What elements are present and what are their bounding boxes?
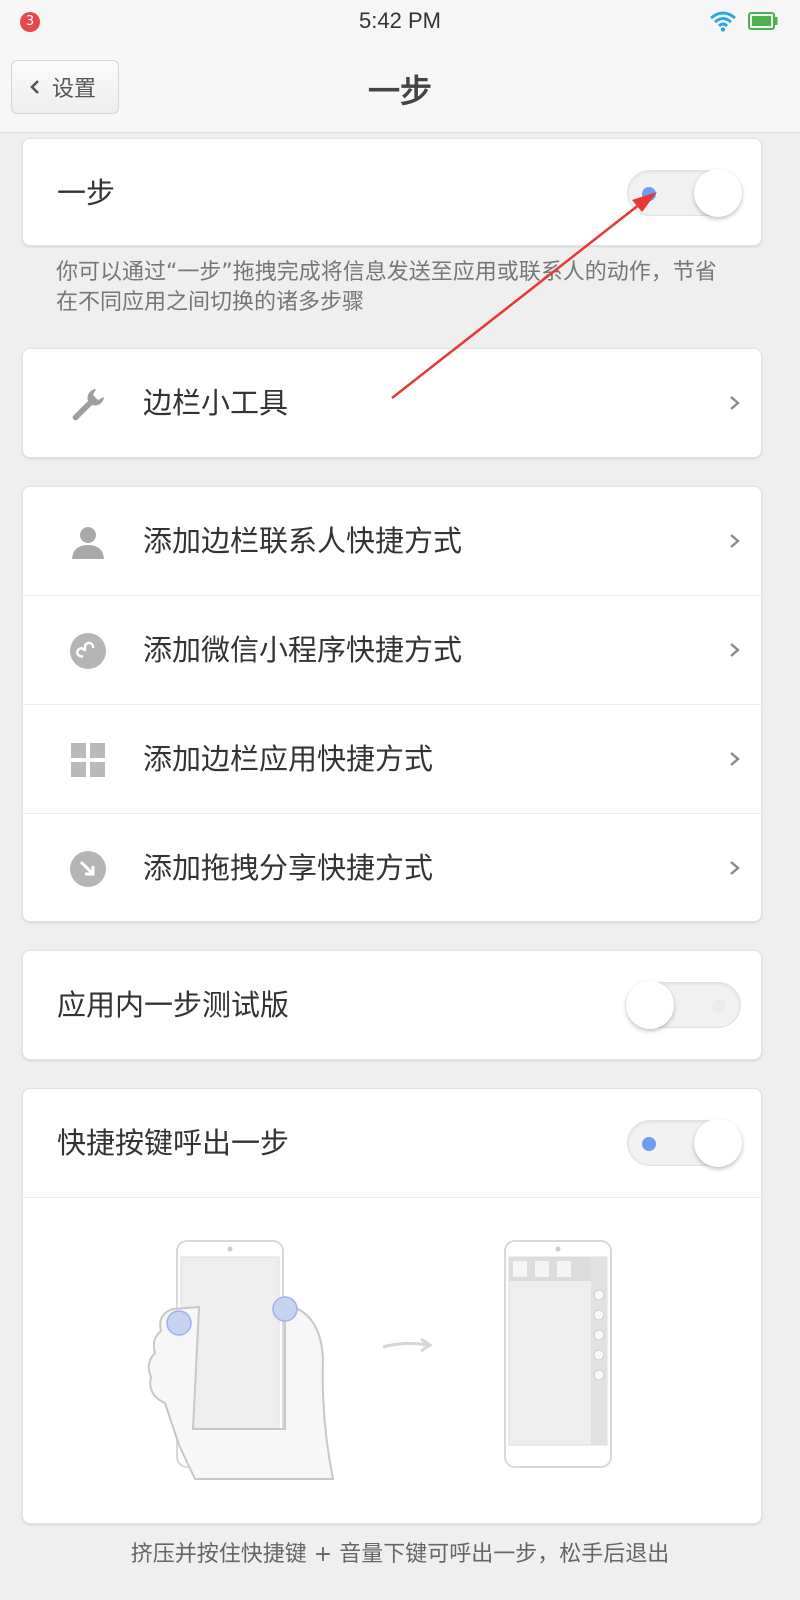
shortcut-row-miniprogram[interactable]: 添加微信小程序快捷方式: [23, 595, 761, 704]
chevron-right-icon: [730, 861, 740, 875]
sidebar-tools-label: 边栏小工具: [143, 386, 289, 420]
chevron-right-icon: [730, 752, 740, 766]
mini-program-icon: [70, 633, 106, 669]
main-toggle-row[interactable]: 一步: [23, 139, 761, 245]
in-app-beta-card: 应用内一步测试版: [22, 950, 762, 1060]
title-bar: 设置 一步: [0, 44, 800, 133]
toggle-indicator-dot: [642, 187, 656, 201]
shortcuts-card: 添加边栏联系人快捷方式 添加微信小程序快捷方式 添加边栏应用快捷方式 添加拖拽分…: [22, 486, 762, 922]
in-app-beta-switch[interactable]: [626, 981, 741, 1029]
hotkey-hint: 挤压并按住快捷键 + 音量下键可呼出一步，松手后退出: [130, 1542, 670, 1567]
app-grid-icon: [71, 743, 105, 777]
phone-illustration-right: [504, 1240, 612, 1468]
in-app-beta-row[interactable]: 应用内一步测试版: [23, 951, 761, 1059]
shortcut-label: 添加边栏联系人快捷方式: [143, 524, 463, 558]
shortcut-row-contacts[interactable]: 添加边栏联系人快捷方式: [23, 487, 761, 595]
toggle-indicator-dot: [642, 1137, 656, 1151]
drag-share-icon: [70, 851, 106, 887]
status-bar: 3 5:42 PM: [0, 0, 800, 44]
hotkey-illustration: [147, 1240, 612, 1480]
wrench-icon: [72, 389, 104, 421]
main-toggle-card: 一步: [22, 138, 762, 246]
chevron-right-icon: [730, 643, 740, 657]
toggle-indicator-dot: [712, 999, 726, 1013]
sidebar-tools-card: 边栏小工具: [22, 348, 762, 458]
shortcut-label: 添加边栏应用快捷方式: [143, 742, 434, 776]
sidebar-tools-row[interactable]: 边栏小工具: [23, 349, 761, 457]
hotkey-card: 快捷按键呼出一步: [22, 1088, 762, 1524]
page-title: 一步: [367, 72, 432, 110]
toggle-knob: [694, 1119, 742, 1167]
main-toggle-switch[interactable]: [627, 169, 742, 217]
status-clock: 5:42 PM: [359, 8, 441, 33]
toggle-knob: [626, 981, 674, 1029]
main-toggle-label: 一步: [57, 176, 116, 210]
shortcut-row-apps[interactable]: 添加边栏应用快捷方式: [23, 704, 761, 813]
shortcut-label: 添加拖拽分享快捷方式: [143, 851, 434, 885]
chevron-right-icon: [730, 396, 740, 410]
hotkey-label: 快捷按键呼出一步: [57, 1126, 290, 1160]
toggle-knob: [694, 169, 742, 217]
battery-icon: [748, 12, 778, 30]
in-app-beta-label: 应用内一步测试版: [57, 988, 290, 1022]
feature-description: 你可以通过“一步”拖拽完成将信息发送至应用或联系人的动作，节省在不同应用之间切换…: [56, 260, 717, 315]
wifi-icon: [710, 11, 736, 32]
chevron-right-icon: [730, 534, 740, 548]
shortcut-row-drag-share[interactable]: 添加拖拽分享快捷方式: [23, 813, 761, 921]
person-icon: [72, 527, 104, 559]
hotkey-row[interactable]: 快捷按键呼出一步: [23, 1089, 761, 1197]
hotkey-switch[interactable]: [627, 1119, 742, 1167]
shortcut-label: 添加微信小程序快捷方式: [143, 633, 463, 667]
